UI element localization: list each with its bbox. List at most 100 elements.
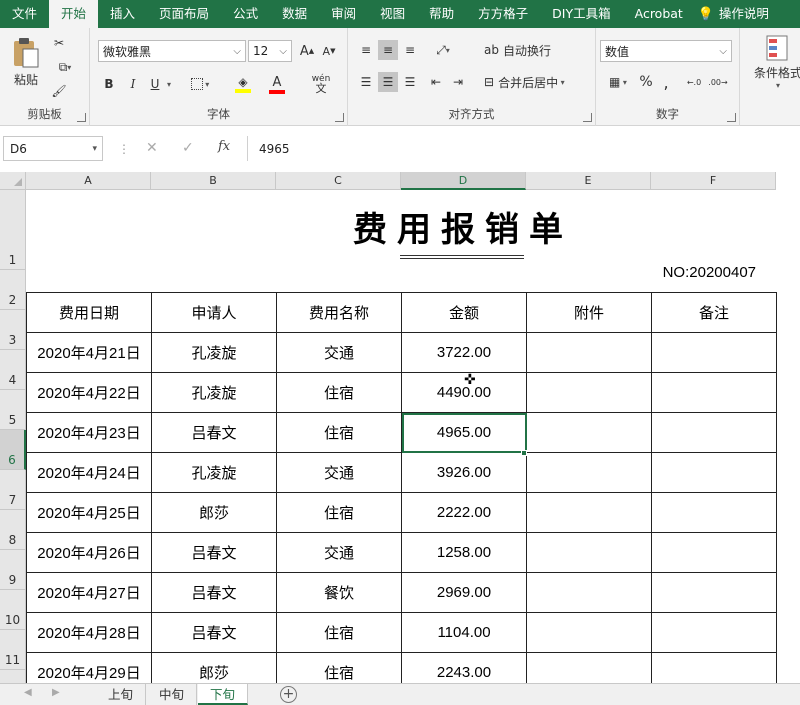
document-number[interactable]: NO:20200407 [630, 264, 756, 281]
table-cell[interactable]: 2020年4月27日 [26, 572, 152, 613]
insert-function-button[interactable]: fx [218, 139, 230, 154]
underline-button[interactable]: U [146, 74, 164, 94]
column-header[interactable]: D [401, 172, 526, 190]
name-box[interactable]: D6 ▾ [3, 136, 103, 161]
table-cell[interactable]: 4965.00 [401, 412, 527, 453]
table-cell[interactable]: 交通 [276, 452, 402, 493]
ribbon-tab[interactable]: 文件 [0, 0, 49, 28]
sheet-tab[interactable]: 上旬 [96, 684, 147, 705]
select-all-button[interactable] [0, 172, 26, 190]
ribbon-tab[interactable]: Acrobat [623, 0, 695, 28]
column-header[interactable]: C [276, 172, 401, 190]
table-cell[interactable] [526, 532, 652, 573]
number-launcher-icon[interactable] [727, 113, 736, 122]
table-cell[interactable] [651, 332, 777, 373]
formula-input[interactable]: 4965 [247, 136, 800, 161]
scroll-right-icon[interactable]: ▶ [52, 687, 60, 698]
align-middle-icon[interactable]: ≡ [378, 40, 398, 60]
table-cell[interactable]: 2243.00 [401, 652, 527, 683]
row-header[interactable]: 4 [0, 350, 26, 390]
fill-handle[interactable] [521, 450, 527, 456]
table-cell[interactable] [651, 612, 777, 653]
row-header[interactable]: 9 [0, 550, 26, 590]
ribbon-tab[interactable]: 视图 [368, 0, 417, 28]
tell-me-search[interactable]: 操作说明 [717, 0, 781, 28]
phonetic-icon[interactable]: wén 文 [304, 72, 338, 96]
row-header[interactable]: 8 [0, 510, 26, 550]
ribbon-tab[interactable]: 数据 [270, 0, 319, 28]
table-cell[interactable]: 3722.00 [401, 332, 527, 373]
table-cell[interactable] [651, 412, 777, 453]
sheet-tab[interactable]: 下旬 [198, 684, 249, 705]
merge-center-button[interactable]: ⊟ 合并后居中 ▾ [484, 72, 584, 92]
font-color-icon[interactable]: A [262, 72, 292, 96]
column-header[interactable]: A [26, 172, 151, 190]
table-cell[interactable]: 孔凌旋 [151, 332, 277, 373]
ribbon-tab[interactable]: 帮助 [417, 0, 466, 28]
table-cell[interactable] [526, 332, 652, 373]
font-launcher-icon[interactable] [335, 113, 344, 122]
font-name-select[interactable]: 微软雅黑 ⌵ [98, 40, 246, 62]
row-header[interactable]: 7 [0, 470, 26, 510]
table-cell[interactable]: 2020年4月24日 [26, 452, 152, 493]
column-heading-cell[interactable]: 费用日期 [26, 292, 152, 333]
increase-decimal-icon[interactable]: ←.0 [684, 72, 704, 92]
column-heading-cell[interactable]: 费用名称 [276, 292, 402, 333]
number-format-select[interactable]: 数值 ⌵ [600, 40, 732, 62]
row-header[interactable]: 1 [0, 190, 26, 270]
align-left-icon[interactable]: ☰ [356, 72, 376, 92]
table-cell[interactable] [526, 572, 652, 613]
table-cell[interactable]: 孔凌旋 [151, 452, 277, 493]
wrap-text-button[interactable]: ab 自动换行 [484, 40, 564, 60]
fill-color-icon[interactable]: ◈ [228, 72, 258, 96]
align-bottom-icon[interactable]: ≡ [400, 40, 420, 60]
table-cell[interactable]: 孔凌旋 [151, 372, 277, 413]
column-header[interactable]: E [526, 172, 651, 190]
format-painter-icon[interactable]: 🖌 [50, 82, 68, 100]
sheet-tab[interactable]: 中旬 [147, 684, 198, 705]
table-cell[interactable] [651, 532, 777, 573]
underline-dropdown-icon[interactable]: ▾ [164, 74, 174, 94]
table-cell[interactable] [651, 652, 777, 683]
table-cell[interactable]: 郎莎 [151, 652, 277, 683]
column-header[interactable]: B [151, 172, 276, 190]
column-heading-cell[interactable]: 备注 [651, 292, 777, 333]
table-cell[interactable]: 2020年4月25日 [26, 492, 152, 533]
table-cell[interactable] [651, 492, 777, 533]
ribbon-tab[interactable]: 开始 [49, 0, 99, 28]
table-cell[interactable]: 2020年4月22日 [26, 372, 152, 413]
column-heading-cell[interactable]: 金额 [401, 292, 527, 333]
sheet-title[interactable]: 费用报销单 [300, 202, 626, 251]
table-cell[interactable] [651, 452, 777, 493]
ribbon-tab[interactable]: 插入 [98, 0, 147, 28]
row-header[interactable]: 11 [0, 630, 26, 670]
enter-icon[interactable]: ✓ [182, 140, 194, 156]
table-cell[interactable] [526, 452, 652, 493]
scroll-left-icon[interactable]: ◀ [24, 687, 32, 698]
cancel-icon[interactable]: ✕ [146, 140, 158, 156]
clipboard-launcher-icon[interactable] [77, 113, 86, 122]
row-header[interactable]: 12 [0, 670, 26, 683]
table-cell[interactable]: 住宿 [276, 652, 402, 683]
paste-button[interactable]: 粘贴 [6, 32, 46, 92]
shrink-font-button[interactable]: A ▼ [320, 42, 338, 60]
table-cell[interactable] [526, 372, 652, 413]
table-cell[interactable]: 3926.00 [401, 452, 527, 493]
add-sheet-icon[interactable]: + [280, 686, 297, 703]
table-cell[interactable]: 餐饮 [276, 572, 402, 613]
accounting-format-icon[interactable]: ▦ ▾ [602, 72, 634, 92]
row-header[interactable]: 6 [0, 430, 26, 470]
ribbon-tab[interactable]: 页面布局 [147, 0, 221, 28]
table-cell[interactable] [526, 652, 652, 683]
ribbon-tab[interactable]: 方方格子 [466, 0, 540, 28]
table-cell[interactable]: 2020年4月26日 [26, 532, 152, 573]
row-header[interactable]: 3 [0, 310, 26, 350]
ribbon-tab[interactable]: 公式 [221, 0, 270, 28]
table-cell[interactable]: 吕春文 [151, 532, 277, 573]
table-cell[interactable]: 住宿 [276, 372, 402, 413]
orientation-icon[interactable]: ⤢ ▾ [428, 40, 458, 60]
font-size-select[interactable]: 12 ⌵ [248, 40, 292, 62]
table-cell[interactable] [526, 612, 652, 653]
ribbon-tab[interactable]: DIY工具箱 [540, 0, 622, 28]
grow-font-button[interactable]: A ▲ [298, 42, 316, 60]
